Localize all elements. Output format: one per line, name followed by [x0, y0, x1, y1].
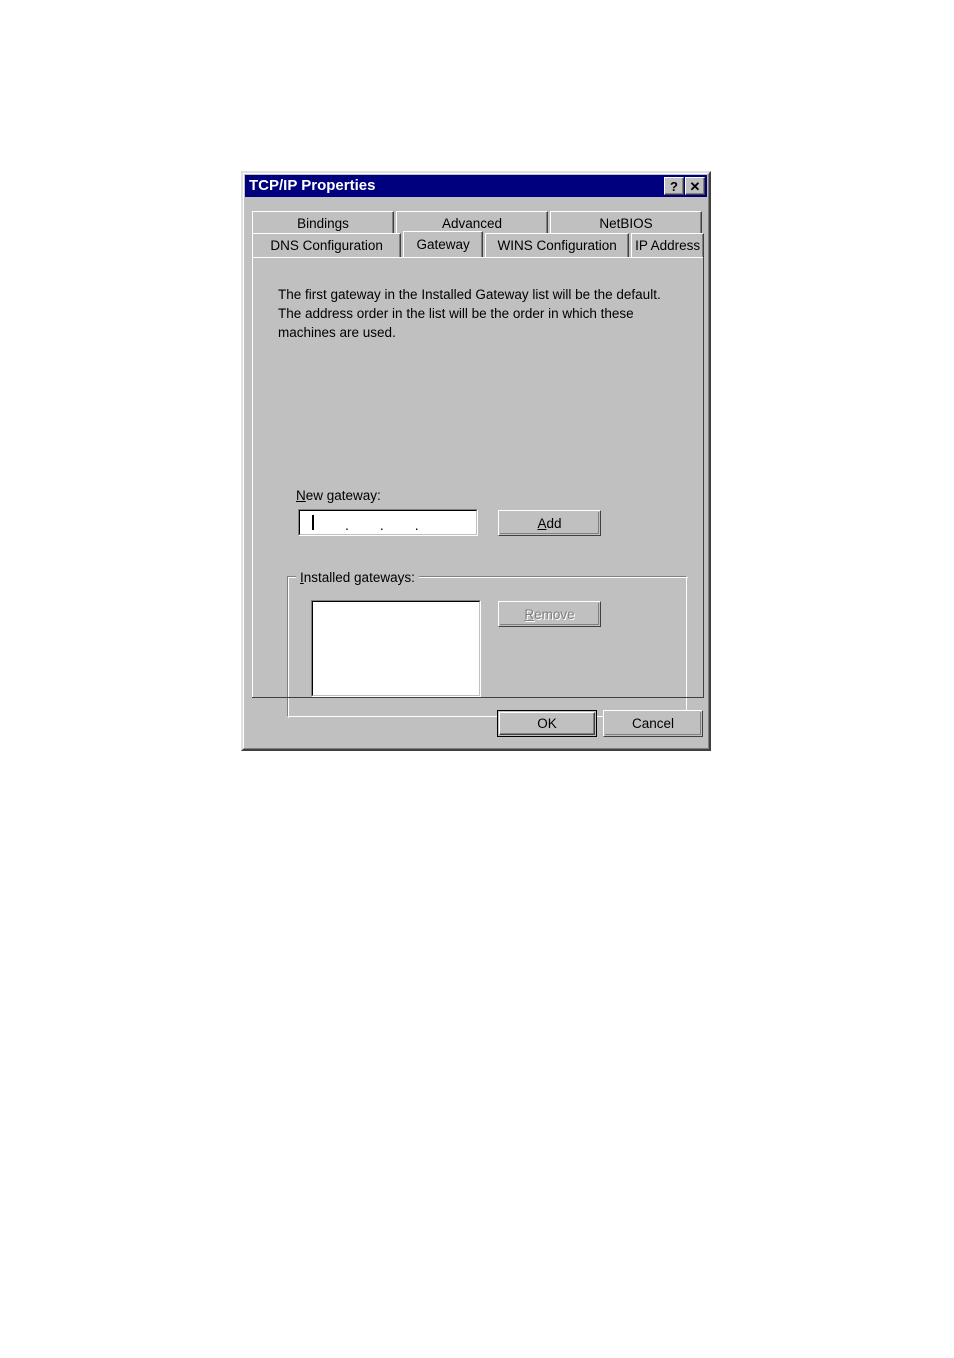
tab-wins-configuration-label: WINS Configuration [497, 238, 617, 253]
close-icon[interactable]: ✕ [685, 177, 705, 195]
tab-dns-configuration-label: DNS Configuration [270, 238, 383, 253]
help-icon-glyph: ? [670, 178, 678, 194]
tcpip-properties-dialog: TCP/IP Properties ? ✕ Bindings Advanced … [241, 171, 711, 751]
new-gateway-label: New gateway: [296, 488, 381, 503]
tab-bindings[interactable]: Bindings [252, 211, 394, 235]
help-icon[interactable]: ? [664, 177, 684, 195]
remove-button-rest: emove [534, 606, 575, 622]
new-gateway-input-inner: . . . [299, 510, 477, 535]
tab-bindings-label: Bindings [297, 216, 349, 231]
tab-strip: Bindings Advanced NetBIOS DNS Configurat… [252, 211, 704, 259]
description-line-2: The address order in the list will be th… [278, 306, 634, 321]
remove-button-accel: R [524, 606, 535, 622]
dialog-title: TCP/IP Properties [249, 177, 376, 194]
tab-advanced-label: Advanced [441, 216, 503, 231]
ip-separator-1: . [345, 516, 349, 533]
installed-gateways-label: Installed gateways: [296, 570, 419, 585]
add-button-rest: dd [546, 515, 562, 531]
installed-gateways-label-rest: nstalled gateways: [303, 570, 415, 585]
tab-gateway[interactable]: Gateway [403, 231, 483, 257]
tab-wins-configuration[interactable]: WINS Configuration [484, 233, 630, 257]
tab-netbios-label: NetBIOS [599, 216, 653, 231]
description-line-1: The first gateway in the Installed Gatew… [278, 287, 661, 302]
tab-ip-address[interactable]: IP Address [631, 233, 704, 257]
description-line-3: machines are used. [278, 325, 396, 340]
ip-separator-3: . [414, 516, 419, 533]
tab-ip-address-label: IP Address [635, 238, 701, 253]
installed-gateways-listbox[interactable] [311, 600, 481, 697]
new-gateway-input[interactable]: . . . [298, 509, 478, 536]
new-gateway-label-accel: N [296, 488, 306, 503]
close-icon-glyph: ✕ [689, 178, 701, 194]
ok-button-label: OK [537, 716, 557, 731]
tab-gateway-label: Gateway [416, 237, 470, 252]
ip-separator-2: . [379, 516, 384, 533]
remove-button-label: Remove [524, 607, 574, 622]
cancel-button[interactable]: Cancel [603, 710, 703, 737]
add-button-label: Add [537, 516, 561, 531]
tab-netbios[interactable]: NetBIOS [550, 211, 702, 235]
tab-page-gateway: The first gateway in the Installed Gatew… [252, 257, 704, 718]
installed-gateways-group: Installed gateways: Remove [287, 570, 688, 718]
tab-dns-configuration[interactable]: DNS Configuration [252, 233, 402, 257]
title-bar[interactable]: TCP/IP Properties ? ✕ [245, 175, 707, 197]
remove-button[interactable]: Remove [498, 601, 601, 627]
cancel-button-label: Cancel [631, 716, 675, 731]
new-gateway-label-rest: ew gateway: [305, 488, 381, 503]
text-caret [312, 515, 314, 530]
ok-button[interactable]: OK [497, 710, 597, 737]
installed-gateways-listbox-inner [312, 601, 480, 696]
description-text: The first gateway in the Installed Gatew… [278, 285, 693, 342]
add-button[interactable]: Add [498, 510, 601, 536]
tab-row-bottom: DNS Configuration Gateway WINS Configura… [252, 231, 704, 257]
